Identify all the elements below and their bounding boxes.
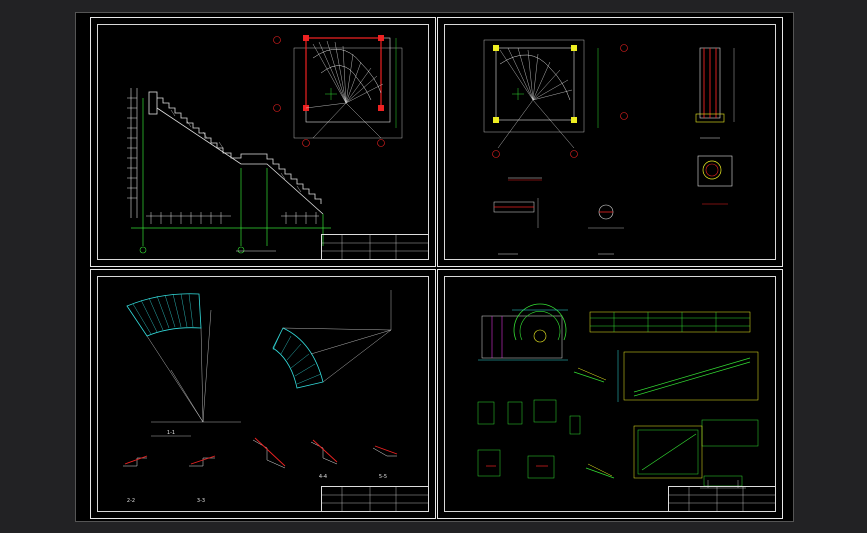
sheet-top-left[interactable] xyxy=(90,17,436,267)
sheet-bottom-left[interactable]: 1-1 2-2 3-3 4-4 5-5 xyxy=(90,269,436,519)
spiral-plan-drawing xyxy=(483,39,735,255)
title-block xyxy=(668,486,776,512)
spiral-details-drawing: 1-1 2-2 3-3 4-4 5-5 xyxy=(123,290,398,504)
detail-title-2: 2-2 xyxy=(127,498,135,504)
title-block xyxy=(321,234,429,260)
sheet-top-right[interactable] xyxy=(437,17,783,267)
detail-title-3: 3-3 xyxy=(197,498,205,504)
sheet-bottom-right[interactable] xyxy=(437,269,783,519)
detail-title-4: 4-4 xyxy=(319,474,327,480)
stair-section-drawing xyxy=(127,35,403,254)
title-block xyxy=(321,486,429,512)
detail-title-5: 5-5 xyxy=(379,474,387,480)
steel-details-drawing xyxy=(477,303,759,489)
detail-title-1: 1-1 xyxy=(167,430,175,436)
drawing-canvas[interactable]: 1-1 2-2 3-3 4-4 5-5 xyxy=(75,12,794,522)
